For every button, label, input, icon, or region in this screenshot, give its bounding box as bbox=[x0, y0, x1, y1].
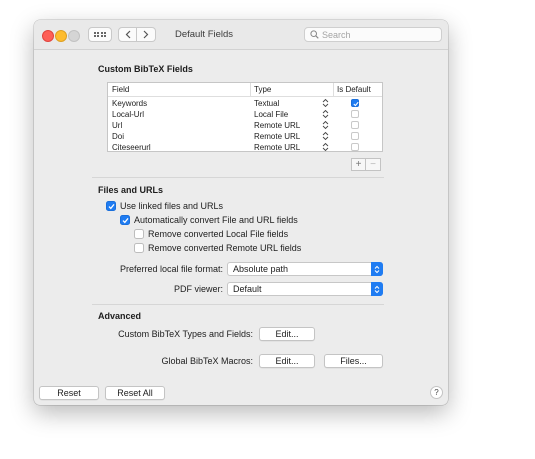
checkmark-icon bbox=[352, 101, 359, 106]
use-linked-files-label: Use linked files and URLs bbox=[120, 201, 224, 211]
auto-convert-checkbox[interactable] bbox=[120, 215, 130, 225]
field-type: Local File bbox=[254, 110, 289, 119]
search-input[interactable] bbox=[322, 29, 422, 40]
is-default-checkbox[interactable] bbox=[351, 99, 359, 107]
popup-arrows-icon bbox=[371, 262, 383, 276]
auto-convert-option[interactable]: Automatically convert File and URL field… bbox=[120, 215, 298, 225]
window-title: Default Fields bbox=[174, 29, 234, 40]
is-default-checkbox[interactable] bbox=[351, 143, 359, 151]
table-header: Field Type Is Default bbox=[108, 83, 382, 97]
custom-types-label: Custom BibTeX Types and Fields: bbox=[118, 329, 253, 339]
field-name: Keywords bbox=[112, 99, 148, 108]
custom-fields-table[interactable]: Field Type Is Default Keywords Textual L… bbox=[107, 82, 383, 152]
section-divider bbox=[92, 177, 384, 178]
type-stepper-icon[interactable] bbox=[322, 131, 329, 141]
grid-icon bbox=[93, 31, 107, 38]
field-type: Textual bbox=[254, 99, 280, 108]
edit-custom-types-button[interactable]: Edit... bbox=[259, 327, 315, 341]
column-header-field[interactable]: Field bbox=[112, 85, 129, 94]
table-row[interactable]: Keywords Textual bbox=[108, 98, 382, 109]
back-button[interactable] bbox=[118, 27, 137, 42]
remove-local-label: Remove converted Local File fields bbox=[148, 229, 289, 239]
field-name: Doi bbox=[112, 132, 125, 141]
remove-remote-checkbox[interactable] bbox=[134, 243, 144, 253]
search-field[interactable] bbox=[304, 27, 442, 42]
show-all-button[interactable] bbox=[88, 27, 112, 42]
type-stepper-icon[interactable] bbox=[322, 98, 329, 108]
is-default-checkbox[interactable] bbox=[351, 110, 359, 118]
field-type: Remote URL bbox=[254, 143, 301, 152]
preferences-window: Default Fields Custom BibTeX Fields Fiel… bbox=[34, 20, 448, 405]
title-bar: Default Fields bbox=[34, 20, 448, 50]
type-stepper-icon[interactable] bbox=[322, 142, 329, 152]
remove-remote-option[interactable]: Remove converted Remote URL fields bbox=[134, 243, 301, 253]
is-default-checkbox[interactable] bbox=[351, 132, 359, 140]
local-file-format-popup[interactable]: Absolute path bbox=[227, 262, 383, 276]
add-remove-control: + − bbox=[351, 158, 381, 171]
add-field-button[interactable]: + bbox=[351, 158, 366, 171]
reset-button[interactable]: Reset bbox=[39, 386, 99, 400]
column-divider bbox=[250, 83, 251, 96]
files-urls-heading: Files and URLs bbox=[98, 185, 164, 195]
global-macros-label: Global BibTeX Macros: bbox=[161, 356, 253, 366]
pdf-viewer-label: PDF viewer: bbox=[173, 284, 223, 294]
column-divider bbox=[333, 83, 334, 96]
pdf-viewer-popup[interactable]: Default bbox=[227, 282, 383, 296]
is-default-checkbox[interactable] bbox=[351, 121, 359, 129]
table-row[interactable]: Local-Url Local File bbox=[108, 109, 382, 120]
popup-arrows-icon bbox=[371, 282, 383, 296]
custom-fields-heading: Custom BibTeX Fields bbox=[98, 64, 193, 74]
type-stepper-icon[interactable] bbox=[322, 120, 329, 130]
minimize-window-button[interactable] bbox=[55, 30, 67, 42]
close-window-button[interactable] bbox=[42, 30, 54, 42]
local-file-format-label: Preferred local file format: bbox=[119, 264, 223, 274]
edit-macros-button[interactable]: Edit... bbox=[259, 354, 315, 368]
help-button[interactable]: ? bbox=[430, 386, 443, 399]
field-name: Citeseerurl bbox=[112, 143, 151, 152]
checkmark-icon bbox=[122, 217, 129, 223]
remove-field-button[interactable]: − bbox=[366, 158, 381, 171]
field-type: Remote URL bbox=[254, 132, 301, 141]
section-divider bbox=[92, 304, 384, 305]
auto-convert-label: Automatically convert File and URL field… bbox=[134, 215, 298, 225]
table-row[interactable]: Doi Remote URL bbox=[108, 131, 382, 142]
field-name: Local-Url bbox=[112, 110, 145, 119]
type-stepper-icon[interactable] bbox=[322, 109, 329, 119]
remove-local-checkbox[interactable] bbox=[134, 229, 144, 239]
zoom-window-button[interactable] bbox=[68, 30, 80, 42]
advanced-heading: Advanced bbox=[98, 311, 142, 321]
chevron-right-icon bbox=[143, 30, 149, 39]
remove-local-option[interactable]: Remove converted Local File fields bbox=[134, 229, 288, 239]
search-icon bbox=[310, 30, 319, 39]
remove-remote-label: Remove converted Remote URL fields bbox=[148, 243, 302, 253]
use-linked-files-option[interactable]: Use linked files and URLs bbox=[106, 201, 223, 211]
table-row[interactable]: Url Remote URL bbox=[108, 120, 382, 131]
use-linked-files-checkbox[interactable] bbox=[106, 201, 116, 211]
column-header-type[interactable]: Type bbox=[254, 85, 271, 94]
chevron-left-icon bbox=[125, 30, 130, 39]
local-file-format-value: Absolute path bbox=[233, 264, 289, 274]
reset-all-button[interactable]: Reset All bbox=[105, 386, 165, 400]
checkmark-icon bbox=[108, 203, 115, 209]
pdf-viewer-value: Default bbox=[233, 284, 262, 294]
column-header-is-default[interactable]: Is Default bbox=[337, 85, 371, 94]
field-type: Remote URL bbox=[254, 121, 301, 130]
table-row[interactable]: Citeseerurl Remote URL bbox=[108, 142, 382, 152]
macro-files-button[interactable]: Files... bbox=[324, 354, 383, 368]
field-name: Url bbox=[112, 121, 123, 130]
